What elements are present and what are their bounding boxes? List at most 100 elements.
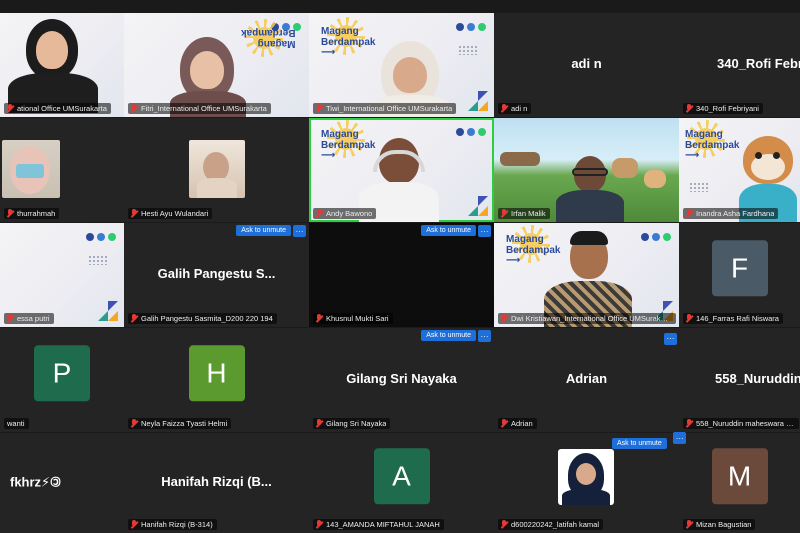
participant-tile[interactable]: Magang Berdampak ⟶ Dwi Kristiawan_Internat…: [494, 223, 679, 327]
participant-tile[interactable]: thurrahmah: [0, 118, 124, 222]
mic-muted-icon: [686, 104, 693, 113]
mic-muted-icon: [501, 419, 508, 428]
participant-name: ational Office UMSurakarta: [4, 103, 111, 114]
participant-tile[interactable]: Ask to unmute ··· Galih Pangestu S... Ga…: [124, 223, 309, 327]
mic-muted-icon: [501, 314, 508, 323]
participant-name: Galih Pangestu Sasmita_D200 220 194: [128, 313, 277, 324]
participant-name: Irfan Malik: [498, 208, 550, 219]
participant-tile[interactable]: Hanifah Rizqi (B... Hanifah Rizqi (B-314…: [124, 433, 309, 533]
participant-name: essa putri: [4, 313, 54, 324]
participant-display-name: fkhrz⚡🄯: [10, 474, 62, 490]
mic-muted-icon: [501, 209, 508, 218]
avatar: P: [34, 345, 90, 402]
avatar: M: [711, 448, 768, 505]
participant-display-name: adi n: [571, 56, 602, 71]
participant-name: Khusnul Mukti Sari: [313, 313, 393, 324]
ask-to-unmute-button[interactable]: Ask to unmute: [421, 330, 476, 341]
participant-tile-active-speaker[interactable]: Magang Berdampak ⟶ Andy Bawono: [309, 118, 494, 222]
participant-name: Inandra Asha Fardhana: [683, 208, 779, 219]
ask-to-unmute-button[interactable]: Ask to unmute: [236, 225, 291, 236]
participant-tile[interactable]: Irfan Malik: [494, 118, 679, 222]
participant-name: 146_Farras Rafi Niswara: [683, 313, 783, 324]
profile-photo: [558, 449, 614, 505]
participant-name: Adrian: [498, 418, 537, 429]
participant-tile[interactable]: Ask to unmute ··· Khusnul Mukti Sari: [309, 223, 494, 327]
participant-display-name: 340_Rofi Febriy: [717, 56, 800, 71]
participant-name: wanti: [4, 418, 29, 429]
participant-tile[interactable]: M Mizan Bagustian: [679, 433, 800, 533]
mic-muted-icon: [131, 520, 138, 529]
participant-tile[interactable]: F 146_Farras Rafi Niswara: [679, 223, 800, 327]
avatar: H: [188, 345, 245, 402]
unmute-control-row4: ···: [612, 328, 677, 346]
slide-brand: Magang Berdampak: [240, 27, 295, 50]
unmute-control-row5: Ask to unmute ···: [612, 432, 687, 450]
mic-muted-icon: [131, 209, 138, 218]
ask-to-unmute-button[interactable]: Ask to unmute: [421, 225, 476, 236]
ask-to-unmute-button[interactable]: Ask to unmute: [612, 438, 667, 449]
participant-name: Hesti Ayu Wulandari: [128, 208, 213, 219]
participant-video: [2, 140, 60, 198]
participant-name: 143_AMANDA MIFTAHUL JANAH: [313, 519, 444, 530]
more-options-button[interactable]: ···: [664, 332, 677, 345]
mic-muted-icon: [686, 419, 693, 428]
participant-tile[interactable]: Ask to unmute ··· Gilang Sri Nayaka Gila…: [309, 328, 494, 432]
participant-name: d600220242_latifah kamal: [498, 519, 603, 530]
more-options-button[interactable]: ···: [673, 432, 687, 444]
slide-brand: Magang Berdampak ⟶: [685, 129, 740, 161]
mic-muted-icon: [131, 314, 138, 323]
participant-tile[interactable]: fkhrz⚡🄯: [0, 433, 124, 533]
participant-tile[interactable]: 340_Rofi Febriy 340_Rofi Febriyani: [679, 13, 800, 117]
participant-display-name: Hanifah Rizqi (B...: [161, 474, 272, 489]
mic-muted-icon: [686, 314, 693, 323]
participant-display-name: Adrian: [565, 371, 608, 386]
logo-strip: [456, 128, 486, 136]
participant-display-name: Galih Pangestu S...: [157, 266, 276, 281]
mic-muted-icon: [316, 520, 323, 529]
participant-tile[interactable]: H Neyla Faizza Tyasti Helmi: [124, 328, 309, 432]
mic-muted-icon: [501, 520, 508, 529]
logo-strip: [456, 23, 486, 31]
participant-tile[interactable]: Magang Berdampak Fitri_International Offi…: [124, 13, 309, 117]
logo-strip: [86, 233, 116, 241]
mic-muted-icon: [7, 209, 14, 218]
video-grid: ational Office UMSurakarta Magang Berdamp…: [0, 13, 800, 533]
mic-muted-icon: [7, 104, 14, 113]
participant-tile[interactable]: ational Office UMSurakarta: [0, 13, 124, 117]
more-options-button[interactable]: ···: [478, 330, 491, 342]
participant-name: Fitri_International Office UMSurakarta: [128, 103, 271, 114]
participant-name: 340_Rofi Febriyani: [683, 103, 763, 114]
participant-video: [189, 140, 245, 198]
mic-muted-icon: [316, 209, 323, 218]
slide-brand: Magang Berdampak ⟶: [321, 26, 376, 58]
avatar: F: [711, 240, 768, 297]
participant-name: Dwi Kristiawan_International Office UMSu…: [498, 313, 676, 324]
mic-muted-icon: [316, 314, 323, 323]
participant-video: [550, 156, 630, 222]
participant-tile[interactable]: P wanti: [0, 328, 124, 432]
participant-name: Gilang Sri Nayaka: [313, 418, 391, 429]
participant-display-name: Gilang Sri Nayaka: [346, 371, 457, 386]
participant-video: [8, 17, 98, 113]
participant-name: Mizan Bagustian: [683, 519, 756, 530]
avatar: A: [373, 448, 430, 505]
more-options-button[interactable]: ···: [478, 225, 491, 237]
participant-display-name: 558_Nuruddin: [715, 371, 800, 386]
participant-tile[interactable]: Ask to unmute essa putri: [0, 223, 124, 327]
participant-tile[interactable]: Magang Berdampak ⟶ Tiwi_International Offi…: [309, 13, 494, 117]
participant-tile[interactable]: Hesti Ayu Wulandari: [124, 118, 309, 222]
mic-muted-icon: [316, 419, 323, 428]
participant-tile[interactable]: Magang Berdampak ⟶ Inandra Asha Fardhana: [679, 118, 800, 222]
participant-name: Andy Bawono: [313, 208, 377, 219]
mic-muted-icon: [131, 419, 138, 428]
participant-tile[interactable]: Adrian Adrian: [494, 328, 679, 432]
more-options-button[interactable]: ···: [293, 225, 306, 237]
participant-tile[interactable]: Ask to unmute 558_Nuruddin 558_Nuruddin …: [679, 328, 800, 432]
participant-tile[interactable]: adi n adi n: [494, 13, 679, 117]
logo-strip: [641, 233, 671, 241]
mic-muted-icon: [7, 314, 14, 323]
mic-muted-icon: [131, 104, 138, 113]
participant-name: Neyla Faizza Tyasti Helmi: [128, 418, 232, 429]
mic-muted-icon: [686, 520, 693, 529]
participant-tile[interactable]: A 143_AMANDA MIFTAHUL JANAH: [309, 433, 494, 533]
